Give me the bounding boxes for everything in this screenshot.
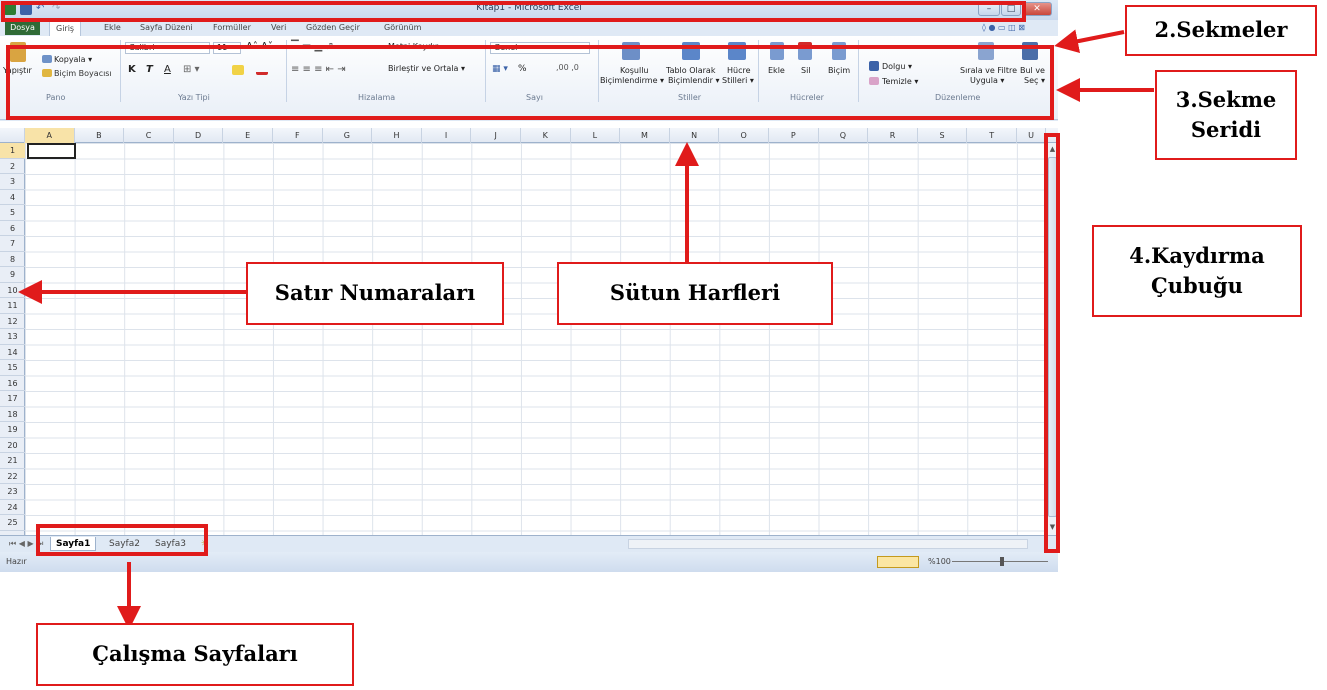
label-sekme-seridi-line1: 3.Sekme (1175, 86, 1277, 112)
label-kaydirma-cubugu: 4.Kaydırma Çubuğu (1092, 225, 1302, 317)
label-sutun-harfleri: Sütun Harfleri (557, 262, 833, 325)
label-sekme-seridi-line2: Seridi (1190, 117, 1262, 142)
label-sekmeler: 2.Sekmeler (1125, 5, 1317, 56)
arrow-sekmeler (1054, 29, 1125, 54)
annotation-arrows (18, 29, 1154, 630)
label-calisma-sayfalari: Çalışma Sayfaları (36, 623, 354, 686)
label-kaydirma-line2: Çubuğu (1151, 273, 1243, 298)
label-sekme-seridi: 3.Sekme Seridi (1155, 70, 1297, 160)
label-kaydirma-line1: 4.Kaydırma (1129, 242, 1265, 268)
label-satir-numaralari: Satır Numaraları (246, 262, 504, 325)
